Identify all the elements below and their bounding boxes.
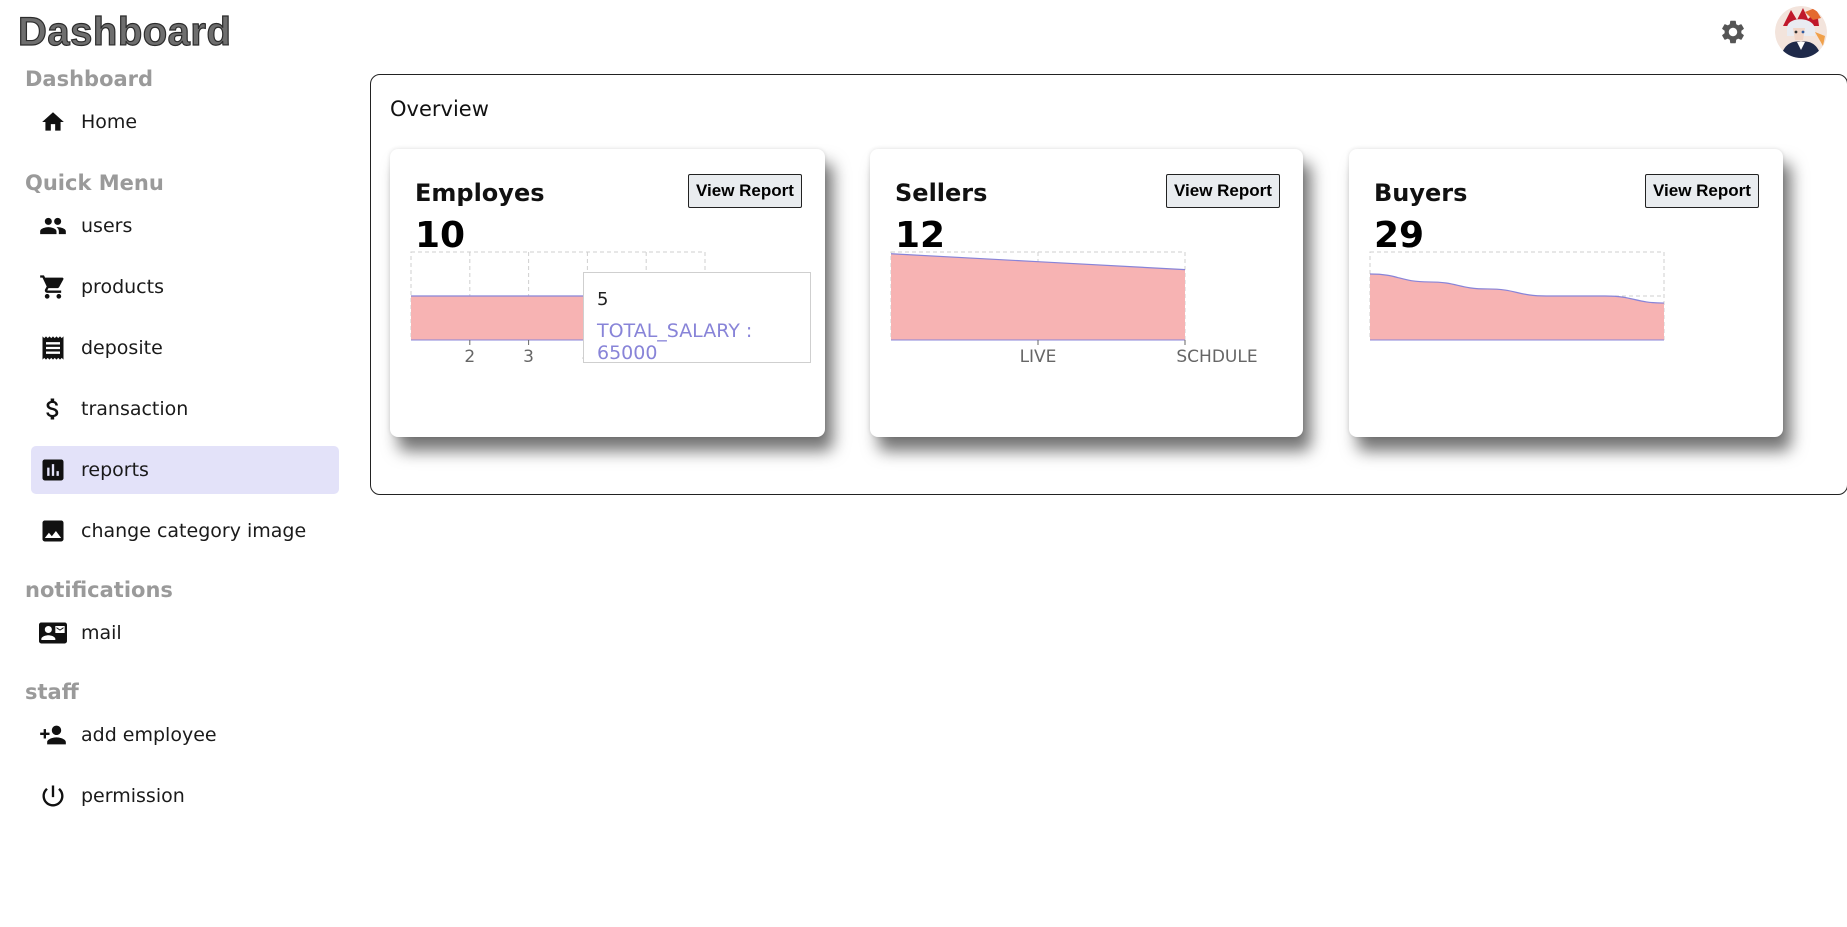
- image-icon: [39, 517, 67, 545]
- sidebar-item-label: products: [81, 276, 164, 298]
- avatar[interactable]: [1775, 6, 1827, 58]
- sidebar-item-label: users: [81, 215, 133, 237]
- sidebar-item-label: permission: [81, 785, 185, 807]
- power-icon: [39, 782, 67, 810]
- dollar-icon: [39, 395, 67, 423]
- chart-area: [1370, 274, 1664, 340]
- gear-icon[interactable]: [1717, 16, 1749, 48]
- sidebar: Dashboard Home Quick Menu users products…: [0, 60, 350, 833]
- sidebar-item-label: deposite: [81, 337, 163, 359]
- buyers-chart: [1369, 251, 1665, 341]
- sidebar-item-permission[interactable]: permission: [31, 772, 339, 820]
- person-add-icon: [39, 721, 67, 749]
- sidebar-item-label: Home: [81, 111, 138, 133]
- x-tick-label: LIVE: [1020, 347, 1057, 367]
- sidebar-section-title: Dashboard: [25, 67, 154, 91]
- sidebar-item-transaction[interactable]: transaction: [31, 385, 339, 433]
- bar-chart-icon: [39, 456, 67, 484]
- header-actions: [1717, 6, 1827, 58]
- sidebar-section-title: notifications: [25, 578, 173, 602]
- sellers-chart: LIVE SCHDULE: [890, 251, 1258, 367]
- tooltip-value: TOTAL_SALARY : 65000: [597, 320, 753, 364]
- sidebar-item-home[interactable]: Home: [31, 98, 339, 146]
- app-logo: Dashboard: [17, 9, 232, 54]
- sidebar-item-label: mail: [81, 622, 122, 644]
- sidebar-section-title: Quick Menu: [25, 171, 164, 195]
- employes-card: Employes 10 View Report 23456 5 TOTAL_SA…: [390, 149, 825, 437]
- tooltip-label: 5: [597, 289, 609, 310]
- sidebar-section-title: staff: [25, 680, 79, 704]
- overview-title: Overview: [390, 97, 489, 121]
- sidebar-item-label: reports: [81, 459, 149, 481]
- sidebar-item-deposite[interactable]: deposite: [31, 324, 339, 372]
- overview-panel: Overview Employes 10 View Report 23456 5…: [370, 74, 1847, 495]
- home-icon: [39, 108, 67, 136]
- sidebar-item-label: add employee: [81, 724, 217, 746]
- chart-tooltip: 5 TOTAL_SALARY : 65000: [583, 272, 811, 364]
- sidebar-item-mail[interactable]: mail: [31, 609, 339, 657]
- sellers-card: Sellers 12 View Report LIVE SCHDULE: [870, 149, 1303, 437]
- x-tick-label: SCHDULE: [1176, 347, 1257, 367]
- sidebar-item-add-employee[interactable]: add employee: [31, 711, 339, 759]
- receipt-icon: [39, 334, 67, 362]
- cart-icon: [39, 273, 67, 301]
- buyers-card: Buyers 29 View Report: [1349, 149, 1783, 437]
- x-tick-label: 2: [464, 347, 475, 367]
- sidebar-item-label: change category image: [81, 520, 307, 542]
- sidebar-item-users[interactable]: users: [31, 202, 339, 250]
- x-tick-label: 3: [523, 347, 534, 367]
- people-icon: [39, 212, 67, 240]
- sidebar-item-change-category-image[interactable]: change category image: [31, 507, 339, 555]
- sidebar-item-products[interactable]: products: [31, 263, 339, 311]
- sidebar-item-reports[interactable]: reports: [31, 446, 339, 494]
- contact-mail-icon: [39, 619, 67, 647]
- sidebar-item-label: transaction: [81, 398, 189, 420]
